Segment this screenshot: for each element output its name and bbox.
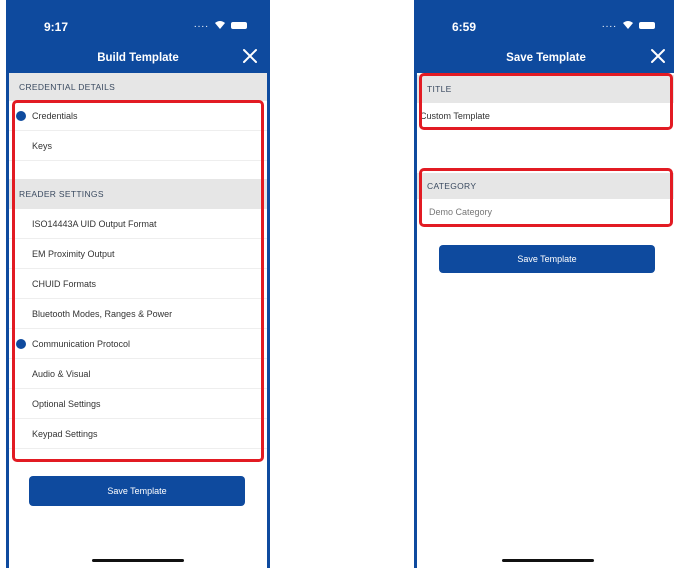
wifi-icon (623, 21, 633, 29)
status-time: 6:59 (452, 20, 477, 34)
credential-list: Credentials Keys (9, 101, 267, 161)
settings-row[interactable]: CHUID Formats (9, 269, 267, 299)
settings-row[interactable]: ISO14443A UID Output Format (9, 209, 267, 239)
row-label: ISO14443A UID Output Format (32, 218, 157, 229)
signal-dots: .... (601, 19, 617, 30)
section-header-reader: READER SETTINGS (9, 179, 267, 209)
row-label: Communication Protocol (32, 338, 131, 349)
save-template-button[interactable]: Save Template (29, 476, 245, 506)
close-icon[interactable] (650, 48, 666, 64)
home-indicator (92, 559, 184, 562)
home-indicator (502, 559, 594, 562)
settings-row[interactable]: Communication Protocol (9, 329, 267, 359)
settings-row[interactable]: Bluetooth Modes, Ranges & Power (9, 299, 267, 329)
title-field-label: TITLE (417, 75, 674, 103)
page-title: Save Template (506, 52, 586, 64)
save-template-button[interactable]: Save Template (439, 245, 655, 273)
battery-icon (639, 21, 655, 29)
close-icon[interactable] (242, 48, 258, 64)
row-label: Keypad Settings (32, 428, 98, 439)
save-template-screen: 6:59 .... Save Template TITLE Custom Tem… (414, 0, 674, 568)
row-label: Audio & Visual (32, 368, 91, 379)
settings-row[interactable]: Keypad Settings (9, 419, 267, 449)
settings-row[interactable]: EM Proximity Output (9, 239, 267, 269)
row-label: EM Proximity Output (32, 248, 115, 259)
row-label: Credentials (32, 110, 78, 121)
settings-row[interactable]: Optional Settings (9, 389, 267, 419)
reader-settings-list: ISO14443A UID Output Format EM Proximity … (9, 209, 267, 449)
battery-icon (231, 21, 247, 29)
signal-dots: .... (193, 19, 209, 30)
category-field-label: CATEGORY (417, 173, 674, 199)
row-label: Keys (32, 140, 53, 151)
settings-row[interactable]: Keys (9, 131, 267, 161)
status-time: 9:17 (44, 20, 69, 34)
status-icons: .... (602, 20, 655, 30)
row-label: Bluetooth Modes, Ranges & Power (32, 308, 173, 319)
app-header: 6:59 .... Save Template (417, 0, 674, 73)
title-input[interactable]: Custom Template (417, 103, 674, 129)
status-icons: .... (194, 20, 247, 30)
row-label: CHUID Formats (32, 278, 97, 289)
app-header: 9:17 .... Build Template (9, 0, 267, 73)
build-template-screen: 9:17 .... Build Template CREDENTIAL DETA… (6, 0, 270, 568)
status-dot-icon (16, 111, 26, 121)
row-label: Optional Settings (32, 398, 101, 409)
status-dot-icon (16, 339, 26, 349)
category-select[interactable]: Demo Category (417, 199, 674, 225)
wifi-icon (215, 21, 225, 29)
settings-row[interactable]: Audio & Visual (9, 359, 267, 389)
section-header-credential: CREDENTIAL DETAILS (9, 73, 267, 101)
page-title: Build Template (97, 52, 179, 64)
settings-row[interactable]: Credentials (9, 101, 267, 131)
